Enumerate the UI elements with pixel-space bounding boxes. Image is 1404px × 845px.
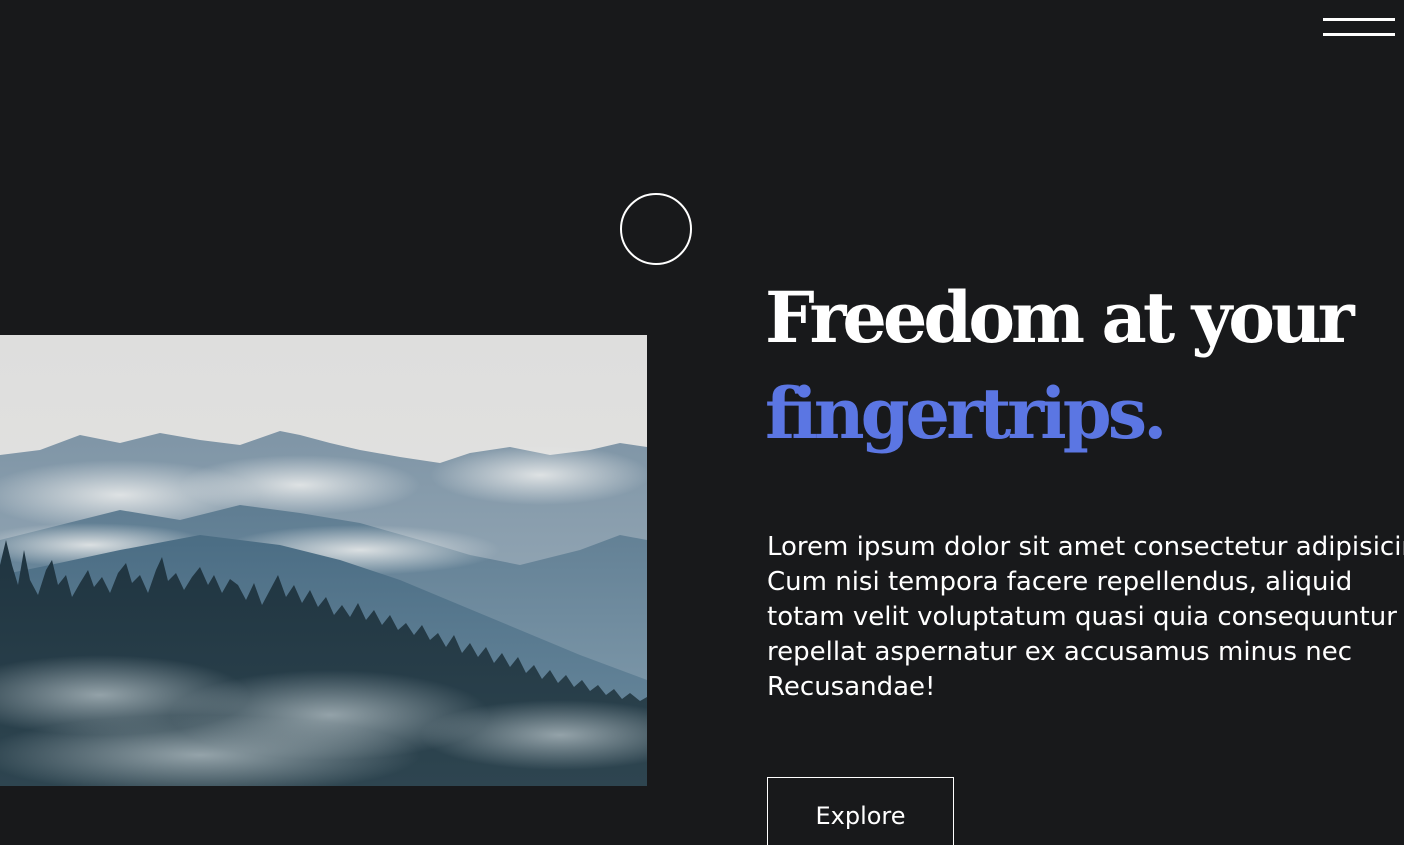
paragraph-line: Recusandae! [767,672,936,702]
hero-paragraph: Lorem ipsum dolor sit amet consectetur a… [767,530,1404,705]
headline-line-2: fingertrips. [765,372,1167,455]
mountain-forest-illustration [0,335,647,786]
hamburger-menu-icon[interactable] [1323,18,1395,40]
menu-bar-bottom [1323,33,1395,36]
hero-headline: Freedom at your fingertrips. [765,270,1355,462]
paragraph-line: Lorem ipsum dolor sit amet consectetur a… [767,532,1404,562]
circle-cursor-icon [620,193,692,265]
paragraph-line: repellat aspernatur ex accusamus minus n… [767,637,1353,667]
landing-page: Freedom at your fingertrips. Lorem ipsum… [0,0,1404,845]
menu-bar-top [1323,18,1395,21]
hero-image [0,335,647,786]
paragraph-line: Cum nisi tempora facere repellendus, ali… [767,567,1353,597]
headline-line-1: Freedom at your [765,276,1355,359]
explore-button[interactable]: Explore [767,777,954,845]
paragraph-line: totam velit voluptatum quasi quia conseq… [767,602,1397,632]
